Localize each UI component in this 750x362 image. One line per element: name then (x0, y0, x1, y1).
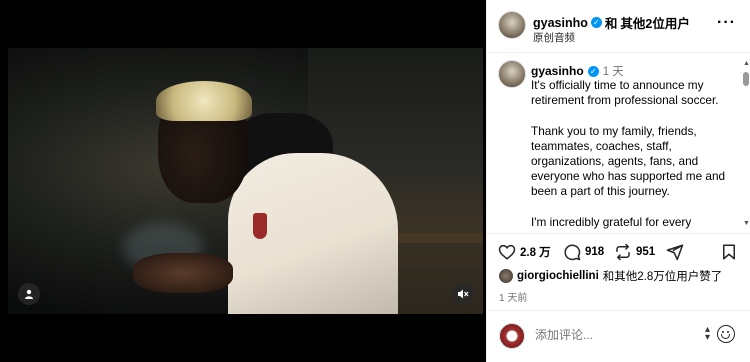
video-hands (133, 253, 233, 293)
header-username[interactable]: gyasinho (533, 16, 588, 30)
avatar (499, 269, 513, 283)
video-crest (253, 213, 267, 239)
repost-button[interactable]: 951 (614, 243, 655, 261)
comment-icon (564, 244, 581, 261)
avatar[interactable] (498, 60, 526, 88)
liker-username[interactable]: giorgiochiellini (517, 270, 599, 282)
more-options-icon[interactable]: ··· (717, 14, 736, 32)
likes-count: 2.8 万 (520, 247, 551, 259)
scroll-down-icon[interactable]: ▼ (743, 220, 750, 227)
post-header: gyasinho ✓ 和 其他2位用户 原创音频 ··· (487, 0, 750, 53)
caption-scrollbar[interactable]: ▲ ▼ (742, 60, 750, 227)
avatar (499, 323, 525, 349)
verified-icon: ✓ (587, 65, 599, 77)
video-area (0, 0, 486, 362)
caption-paragraph: It's officially time to announce my reti… (531, 78, 719, 108)
header-others[interactable]: 其他2位用户 (620, 13, 689, 32)
share-button[interactable] (666, 243, 684, 261)
original-audio-link[interactable]: 原创音频 (533, 30, 575, 45)
comment-button[interactable]: 918 (563, 243, 604, 261)
reposts-count: 951 (636, 246, 656, 258)
video-player[interactable] (8, 48, 483, 314)
caption-paragraph: I'm incredibly grateful for every opport… (531, 214, 722, 232)
send-icon (666, 244, 684, 261)
comment-bar: ▴▾ (487, 310, 750, 362)
caption-text: It's officially time to announce my reti… (531, 78, 736, 232)
heart-icon (498, 244, 516, 260)
caption-header: gyasinho ✓ 1 天 (531, 63, 624, 79)
likes-summary-text[interactable]: 和其他2.8万位用户赞了 (603, 268, 723, 284)
video-hair (156, 81, 252, 121)
bookmark-icon (723, 244, 735, 260)
speaker-muted-icon (458, 289, 469, 299)
caption-username[interactable]: gyasinho (531, 64, 584, 78)
verified-icon: ✓ (590, 17, 602, 28)
caption-time: 1 天 (602, 66, 624, 78)
scroll-up-icon[interactable]: ▲ (743, 60, 750, 67)
person-icon (25, 289, 33, 299)
tagged-users-button[interactable] (18, 283, 40, 305)
post-panel: gyasinho ✓ 和 其他2位用户 原创音频 ··· gyasinho ✓ … (486, 0, 750, 362)
save-button[interactable] (720, 243, 738, 261)
comments-count: 918 (585, 246, 605, 258)
caption-paragraph: Thank you to my family, friends, teammat… (531, 123, 726, 199)
caption-area: gyasinho ✓ 1 天 It's officially time to a… (487, 54, 750, 232)
header-and: 和 (604, 17, 618, 31)
repost-icon (616, 243, 630, 261)
action-bar: 2.8 万 918 951 (487, 233, 750, 267)
avatar[interactable] (498, 11, 526, 39)
scroll-thumb[interactable] (743, 72, 749, 86)
comment-input[interactable] (535, 328, 695, 342)
emoji-icon[interactable] (717, 325, 735, 343)
likes-summary[interactable]: giorgiochiellini 和其他2.8万位用户赞了 (499, 268, 722, 284)
post-timestamp[interactable]: 1 天前 (499, 289, 527, 304)
like-button[interactable]: 2.8 万 (498, 243, 551, 261)
resize-icon[interactable]: ▴ ▾ (705, 325, 710, 343)
mute-button[interactable] (452, 283, 474, 305)
